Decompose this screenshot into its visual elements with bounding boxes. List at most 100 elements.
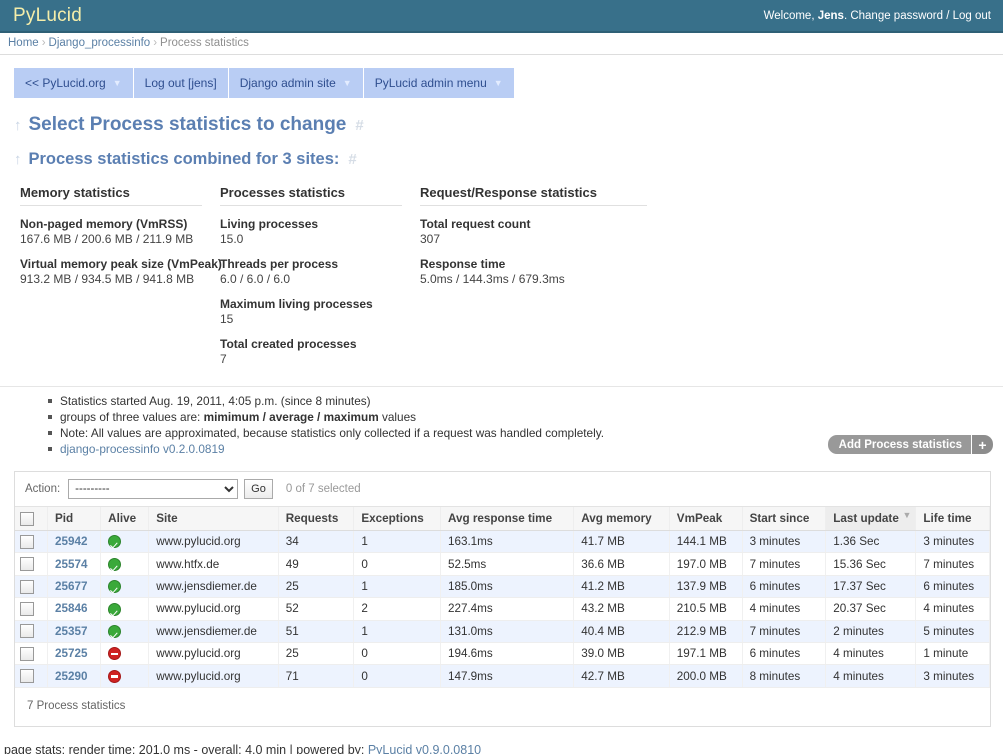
cell-alive [100, 575, 150, 599]
cell-start-since: 6 minutes [742, 642, 827, 666]
stat-item: Non-paged memory (VmRSS) 167.6 MB / 200.… [20, 217, 220, 246]
row-select-cell[interactable] [15, 530, 48, 554]
logout-link[interactable]: Log out [953, 10, 991, 22]
cell-avg-response-time: 131.0ms [440, 620, 575, 644]
action-select[interactable]: --------- [68, 479, 239, 499]
table-row: 25846 www.pylucid.org 52 2 227.4ms 43.2 MB 210… [15, 597, 990, 621]
django-processinfo-link[interactable]: django-processinfo v0.2.0.0819 [60, 442, 225, 456]
row-select-cell[interactable] [15, 642, 48, 666]
column-header-requests[interactable]: Requests [278, 507, 355, 531]
cell-start-since: 8 minutes [742, 664, 827, 688]
cell-alive [100, 620, 150, 644]
cell-avg-response-time: 194.6ms [440, 642, 575, 666]
pid-link[interactable]: 25290 [55, 670, 88, 683]
row-checkbox[interactable] [20, 534, 34, 549]
table-row: 25357 www.jensdiemer.de 51 1 131.0ms 40.4 MB 2… [15, 620, 990, 644]
stats-column-request-response: Request/Response statistics Total reques… [420, 185, 665, 366]
column-header-avg-memory[interactable]: Avg memory [573, 507, 670, 531]
cell-avg-response-time: 52.5ms [440, 552, 575, 576]
column-header-pid[interactable]: Pid [47, 507, 102, 531]
pid-link[interactable]: 25677 [55, 580, 88, 593]
nav-button-django-admin-site[interactable]: Django admin site ▼ [228, 68, 364, 98]
nav-button-pylucid-org[interactable]: << PyLucid.org ▼ [14, 68, 134, 98]
row-select-cell[interactable] [15, 620, 48, 644]
breadcrumb-home[interactable]: Home [8, 37, 39, 49]
row-select-cell[interactable] [15, 552, 48, 576]
pid-link[interactable]: 25942 [55, 535, 88, 548]
row-checkbox[interactable] [20, 579, 34, 594]
row-checkbox[interactable] [20, 557, 34, 572]
cell-start-since: 3 minutes [742, 530, 827, 554]
breadcrumb-app[interactable]: Django_processinfo [49, 37, 151, 49]
nav-button-pylucid-admin-menu[interactable]: PyLucid admin menu ▼ [363, 68, 514, 98]
page-stats: page stats: render time: 201.0 ms - over… [4, 743, 1003, 754]
go-button[interactable]: Go [244, 479, 273, 499]
row-checkbox[interactable] [20, 624, 34, 639]
stat-item: Response time 5.0ms / 144.3ms / 679.3ms [420, 257, 665, 286]
note-groups-bold: mimimum / average / maximum [203, 410, 379, 424]
breadcrumb-separator-icon: › [41, 37, 46, 49]
cell-site: www.pylucid.org [148, 664, 279, 688]
breadcrumb: Home › Django_processinfo › Process statisti… [0, 33, 1003, 55]
stat-value: 167.6 MB / 200.6 MB / 211.9 MB [20, 232, 194, 246]
page-root: PyLucid Welcome, Jens. Change password /… [0, 0, 1003, 754]
cell-life-time: 6 minutes [915, 575, 990, 599]
chevron-down-icon: ▼ [112, 77, 122, 88]
pylucid-version-link[interactable]: PyLucid v0.9.0.0810 [368, 743, 481, 754]
row-select-cell[interactable] [15, 597, 48, 621]
alive-no-icon [108, 647, 122, 661]
cell-exceptions: 1 [353, 530, 441, 554]
note-groups-suffix: values [378, 410, 417, 424]
column-header-last-update[interactable]: Last update ▼ [825, 507, 917, 531]
add-process-statistics-button[interactable]: Add Process statistics + [827, 435, 993, 454]
up-arrow-icon[interactable]: ↑ [14, 151, 22, 168]
column-header-site[interactable]: Site [148, 507, 279, 531]
pid-link[interactable]: 25357 [55, 625, 88, 638]
up-arrow-icon[interactable]: ↑ [14, 117, 22, 134]
cell-alive [100, 664, 150, 688]
pid-link[interactable]: 25725 [55, 647, 88, 660]
stat-label: Non-paged memory (VmRSS) [20, 217, 188, 231]
change-password-link[interactable]: Change password [850, 10, 943, 22]
cell-requests: 51 [278, 620, 355, 644]
pid-link[interactable]: 25846 [55, 602, 88, 615]
cell-avg-response-time: 163.1ms [440, 530, 575, 554]
cell-alive [100, 597, 150, 621]
cell-site: www.pylucid.org [148, 642, 279, 666]
cell-vmpeak: 197.1 MB [669, 642, 743, 666]
cell-start-since: 6 minutes [742, 575, 827, 599]
anchor-link-icon[interactable]: # [348, 151, 356, 168]
cell-last-update: 15.36 Sec [825, 552, 917, 576]
select-all-header[interactable] [15, 507, 48, 531]
note-groups: groups of three values are: mimimum / av… [48, 409, 1003, 425]
row-checkbox[interactable] [20, 669, 34, 684]
column-header-avg-response-time[interactable]: Avg response time [440, 507, 575, 531]
chevron-down-icon: ▼ [342, 77, 352, 88]
sort-descending-icon: ▼ [902, 510, 912, 520]
column-header-vmpeak[interactable]: VmPeak [669, 507, 743, 531]
table-row: 25942 www.pylucid.org 34 1 163.1ms 41.7 MB 144… [15, 530, 990, 554]
stat-item: Total created processes 7 [220, 337, 420, 366]
select-all-checkbox[interactable] [20, 511, 34, 526]
column-header-exceptions[interactable]: Exceptions [353, 507, 441, 531]
column-header-alive[interactable]: Alive [100, 507, 150, 531]
row-checkbox[interactable] [20, 646, 34, 661]
row-checkbox[interactable] [20, 601, 34, 616]
cell-exceptions: 0 [353, 664, 441, 688]
table-row: 25290 www.pylucid.org 71 0 147.9ms 42.7 MB 200… [15, 664, 990, 688]
column-header-start-since[interactable]: Start since [742, 507, 827, 531]
nav-button-label: PyLucid admin menu [374, 76, 487, 90]
cell-exceptions: 1 [353, 575, 441, 599]
anchor-link-icon[interactable]: # [355, 117, 363, 134]
cell-life-time: 5 minutes [915, 620, 990, 644]
pid-link[interactable]: 25574 [55, 558, 88, 571]
row-select-cell[interactable] [15, 575, 48, 599]
stats-column-heading: Memory statistics [20, 185, 202, 206]
note-groups-prefix: groups of three values are: [60, 410, 204, 424]
column-header-life-time[interactable]: Life time [915, 507, 990, 531]
nav-button-logout[interactable]: Log out [jens] [133, 68, 229, 98]
cell-site: www.pylucid.org [148, 597, 279, 621]
results-table-head: Pid Alive Site Requests Exceptions Avg r… [15, 507, 990, 531]
results-table: Pid Alive Site Requests Exceptions Avg r… [15, 507, 990, 688]
row-select-cell[interactable] [15, 664, 48, 688]
